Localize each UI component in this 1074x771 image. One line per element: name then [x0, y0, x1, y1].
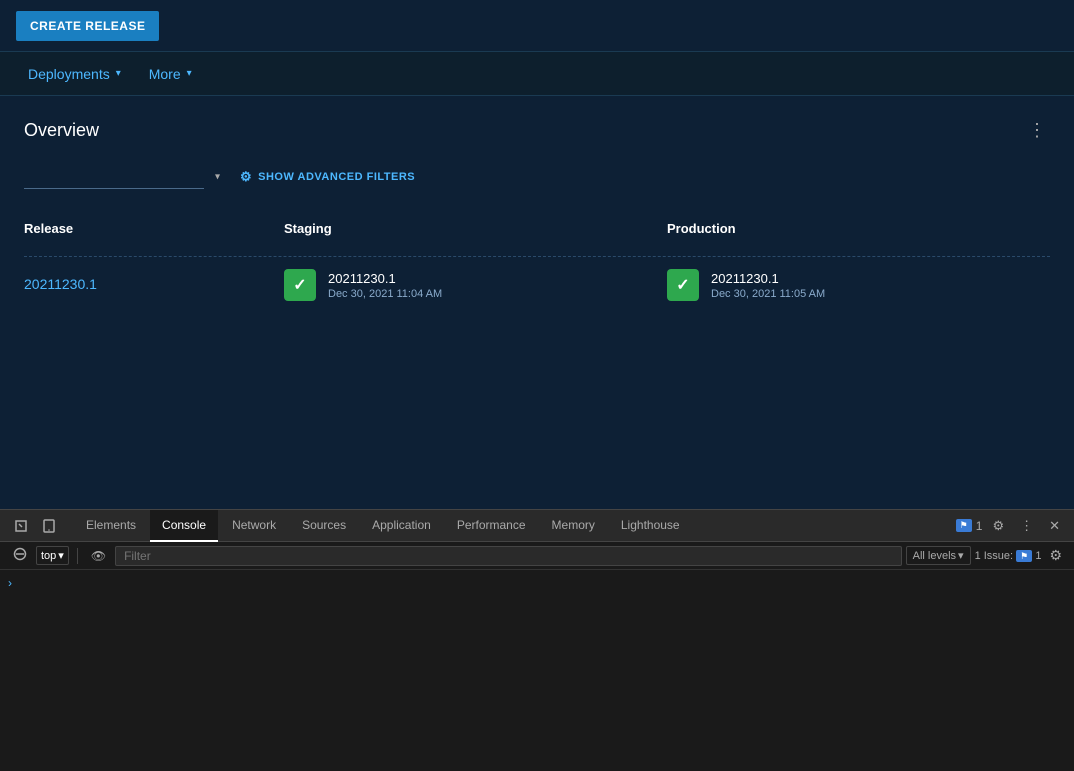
- header-release: Release: [24, 221, 284, 236]
- console-eye-icon[interactable]: 👁: [86, 547, 111, 565]
- overview-header: Overview ⋮: [24, 116, 1050, 145]
- devtools-tab-bar: Elements Console Network Sources Applica…: [0, 510, 1074, 542]
- top-bar: CREATE RELEASE: [0, 0, 1074, 52]
- tab-sources[interactable]: Sources: [290, 510, 358, 542]
- filter-chevron-icon: ▾: [215, 172, 220, 183]
- top-selector-label: top: [41, 550, 56, 562]
- filter-dropdown-wrapper: ▾: [24, 165, 224, 189]
- issue-flag-icon: ⚑: [1016, 550, 1032, 562]
- staging-check-icon: ✓: [293, 275, 306, 295]
- release-link[interactable]: 20211230.1: [24, 276, 97, 292]
- all-levels-chevron-icon: ▾: [958, 549, 964, 562]
- table-header: Release Staging Production: [24, 213, 1050, 244]
- staging-version: 20211230.1: [328, 271, 442, 286]
- top-selector[interactable]: top ▾: [36, 546, 69, 565]
- staging-success-badge: ✓: [284, 269, 316, 301]
- flag-icon: ⚑: [956, 519, 972, 532]
- header-staging: Staging: [284, 221, 667, 236]
- production-version: 20211230.1: [711, 271, 825, 286]
- more-label: More: [149, 66, 181, 82]
- staging-date: Dec 30, 2021 11:04 AM: [328, 288, 442, 300]
- tab-memory[interactable]: Memory: [540, 510, 607, 542]
- console-settings-button[interactable]: ⚙: [1045, 545, 1066, 566]
- release-table: Release Staging Production 20211230.1 ✓ …: [24, 213, 1050, 313]
- console-ban-icon[interactable]: [8, 545, 32, 566]
- deployments-chevron-icon: ▾: [116, 68, 121, 79]
- devtools-close-button[interactable]: ✕: [1043, 514, 1066, 538]
- release-cell: 20211230.1: [24, 276, 284, 294]
- staging-deployment-info: 20211230.1 Dec 30, 2021 11:04 AM: [328, 271, 442, 300]
- production-success-badge: ✓: [667, 269, 699, 301]
- devtools-more-button[interactable]: ⋮: [1014, 514, 1039, 538]
- devtools-settings-button[interactable]: ⚙: [986, 514, 1010, 538]
- tab-network[interactable]: Network: [220, 510, 288, 542]
- devtools-device-icon[interactable]: [36, 515, 62, 537]
- create-release-button[interactable]: CREATE RELEASE: [16, 11, 159, 41]
- production-deployment-info: 20211230.1 Dec 30, 2021 11:05 AM: [711, 271, 825, 300]
- issues-badge: ⚑ 1: [956, 519, 983, 533]
- divider: [77, 548, 78, 564]
- issue-count-label: 1 Issue: ⚑ 1: [975, 550, 1042, 562]
- filters-row: ▾ ⚙ SHOW ADVANCED FILTERS: [24, 165, 1050, 189]
- filter-dropdown[interactable]: [24, 165, 204, 189]
- tab-performance[interactable]: Performance: [445, 510, 538, 542]
- issues-count: 1: [976, 519, 983, 533]
- overview-title: Overview: [24, 120, 99, 141]
- table-row: 20211230.1 ✓ 20211230.1 Dec 30, 2021 11:…: [24, 256, 1050, 313]
- nav-bar: Deployments ▾ More ▾: [0, 52, 1074, 96]
- staging-cell: ✓ 20211230.1 Dec 30, 2021 11:04 AM: [284, 269, 667, 301]
- production-date: Dec 30, 2021 11:05 AM: [711, 288, 825, 300]
- console-input-chevron[interactable]: ›: [8, 576, 12, 590]
- tab-console[interactable]: Console: [150, 510, 218, 542]
- top-selector-chevron: ▾: [58, 549, 64, 562]
- production-cell: ✓ 20211230.1 Dec 30, 2021 11:05 AM: [667, 269, 1050, 301]
- devtools-panel: Elements Console Network Sources Applica…: [0, 509, 1074, 771]
- header-production: Production: [667, 221, 1050, 236]
- advanced-filters-label: SHOW ADVANCED FILTERS: [258, 171, 415, 183]
- more-chevron-icon: ▾: [187, 68, 192, 79]
- tab-application[interactable]: Application: [360, 510, 443, 542]
- production-check-icon: ✓: [676, 275, 689, 295]
- tab-elements[interactable]: Elements: [74, 510, 148, 542]
- filter-icon: ⚙: [240, 169, 252, 185]
- show-advanced-filters-button[interactable]: ⚙ SHOW ADVANCED FILTERS: [240, 169, 415, 185]
- more-nav-item[interactable]: More ▾: [137, 56, 204, 92]
- log-levels-button[interactable]: All levels ▾: [906, 546, 971, 565]
- console-content: ›: [0, 570, 1074, 771]
- console-toolbar: top ▾ 👁 All levels ▾ 1 Issue: ⚑ 1 ⚙: [0, 542, 1074, 570]
- deployments-nav-item[interactable]: Deployments ▾: [16, 56, 133, 92]
- deployments-label: Deployments: [28, 66, 110, 82]
- main-content: Overview ⋮ ▾ ⚙ SHOW ADVANCED FILTERS Rel…: [0, 96, 1074, 510]
- devtools-inspect-icon[interactable]: [8, 515, 34, 537]
- console-filter-input[interactable]: [115, 546, 902, 566]
- tab-lighthouse[interactable]: Lighthouse: [609, 510, 692, 542]
- all-levels-label: All levels: [913, 550, 956, 562]
- overflow-menu-button[interactable]: ⋮: [1024, 116, 1050, 145]
- devtools-right-actions: ⚑ 1 ⚙ ⋮ ✕: [956, 514, 1066, 538]
